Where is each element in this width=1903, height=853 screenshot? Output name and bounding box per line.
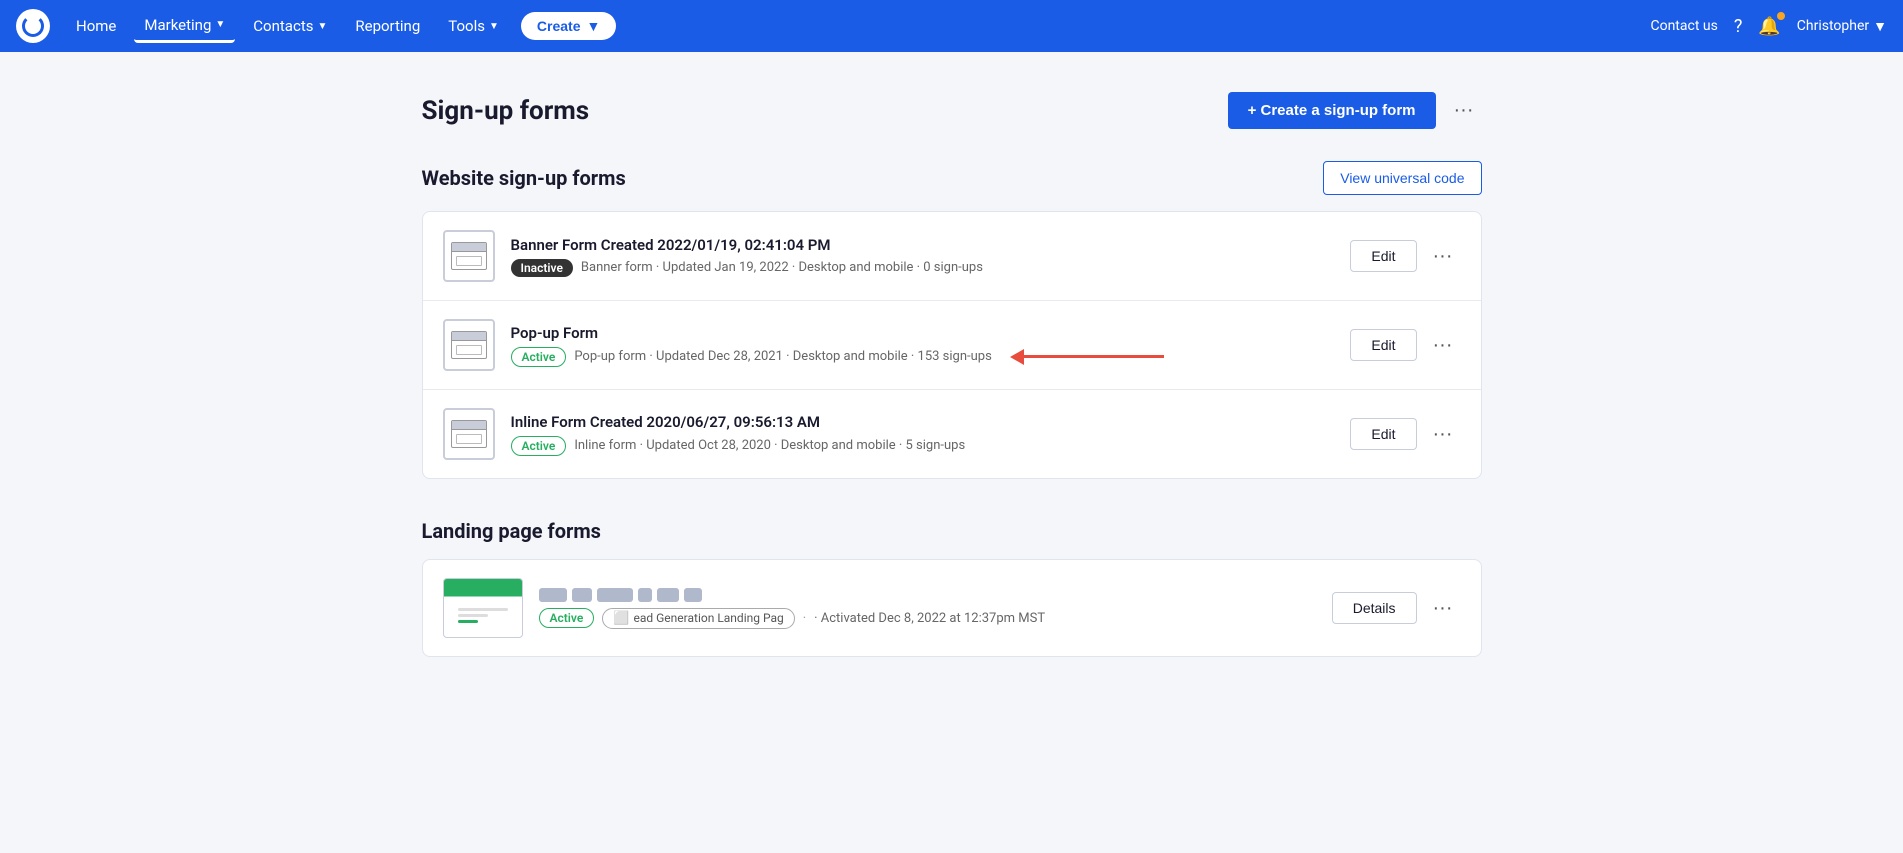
landing-section-title: Landing page forms: [422, 519, 601, 543]
status-badge: Active: [539, 608, 595, 628]
navbar: Home Marketing ▼ Contacts ▼ Reporting To…: [0, 0, 1903, 52]
table-row: Active ⬜ ead Generation Landing Pag · · …: [423, 560, 1481, 656]
edit-button[interactable]: Edit: [1350, 418, 1416, 450]
form-name: Pop-up Form: [511, 324, 1335, 342]
arrow-head-icon: [1010, 349, 1024, 365]
form-more-button[interactable]: ···: [1425, 330, 1461, 361]
edit-button[interactable]: Edit: [1350, 240, 1416, 272]
user-chevron-icon: ▼: [1873, 18, 1887, 35]
page-title: Sign-up forms: [422, 96, 590, 126]
form-actions: Edit ···: [1350, 329, 1460, 361]
status-badge: Active: [511, 436, 567, 456]
notification-badge: [1777, 12, 1785, 20]
page-header-actions: + Create a sign-up form ···: [1228, 92, 1482, 129]
form-info: Active ⬜ ead Generation Landing Pag · · …: [539, 588, 1316, 629]
nav-home[interactable]: Home: [66, 11, 126, 41]
contact-us-link[interactable]: Contact us: [1650, 18, 1717, 34]
marketing-chevron-icon: ▼: [215, 19, 225, 30]
landing-section-header: Landing page forms: [422, 519, 1482, 543]
form-meta: Inactive Banner form · Updated Jan 19, 2…: [511, 259, 1335, 277]
logo-icon: [22, 15, 44, 37]
details-button[interactable]: Details: [1332, 592, 1417, 624]
inline-form-icon: [451, 420, 487, 448]
table-row: Banner Form Created 2022/01/19, 02:41:04…: [423, 212, 1481, 301]
form-info: Inline Form Created 2020/06/27, 09:56:13…: [511, 413, 1335, 456]
table-row: Inline Form Created 2020/06/27, 09:56:13…: [423, 390, 1481, 478]
form-more-button[interactable]: ···: [1425, 241, 1461, 272]
user-menu[interactable]: Christopher ▼: [1797, 18, 1887, 35]
form-name: Banner Form Created 2022/01/19, 02:41:04…: [511, 236, 1335, 254]
tools-chevron-icon: ▼: [489, 21, 499, 32]
main-content: Sign-up forms + Create a sign-up form ··…: [402, 52, 1502, 737]
notifications-icon[interactable]: 🔔: [1758, 16, 1780, 37]
form-actions: Details ···: [1332, 592, 1461, 624]
edit-button[interactable]: Edit: [1350, 329, 1416, 361]
form-info: Banner Form Created 2022/01/19, 02:41:04…: [511, 236, 1335, 277]
status-badge: Inactive: [511, 259, 573, 277]
create-button[interactable]: Create ▼: [521, 12, 616, 40]
page-header: Sign-up forms + Create a sign-up form ··…: [422, 92, 1482, 129]
view-universal-code-button[interactable]: View universal code: [1323, 161, 1481, 195]
form-actions: Edit ···: [1350, 240, 1460, 272]
nav-contacts[interactable]: Contacts ▼: [243, 11, 337, 41]
nav-tools[interactable]: Tools ▼: [438, 11, 509, 41]
form-info: Pop-up Form Active Pop-up form · Updated…: [511, 324, 1335, 367]
form-meta: Active Pop-up form · Updated Dec 28, 202…: [511, 347, 1335, 367]
form-more-button[interactable]: ···: [1425, 593, 1461, 624]
form-more-button[interactable]: ···: [1425, 419, 1461, 450]
nav-marketing[interactable]: Marketing ▼: [134, 10, 235, 43]
contacts-chevron-icon: ▼: [317, 21, 327, 32]
website-section-header: Website sign-up forms View universal cod…: [422, 161, 1482, 195]
form-icon: [443, 230, 495, 282]
form-meta: Active Inline form · Updated Oct 28, 202…: [511, 436, 1335, 456]
form-name-blurred: [539, 588, 1316, 602]
form-actions: Edit ···: [1350, 418, 1460, 450]
help-icon[interactable]: ?: [1734, 16, 1743, 37]
landing-page-thumbnail: [443, 578, 523, 638]
status-badge: Active: [511, 347, 567, 367]
popup-form-icon: [451, 331, 487, 359]
page-more-button[interactable]: ···: [1446, 95, 1482, 126]
website-section-title: Website sign-up forms: [422, 166, 626, 190]
form-name: Inline Form Created 2020/06/27, 09:56:13…: [511, 413, 1335, 431]
form-meta: Active ⬜ ead Generation Landing Pag · · …: [539, 608, 1316, 629]
arrow-annotation: [1000, 349, 1164, 365]
nav-reporting[interactable]: Reporting: [345, 11, 430, 41]
form-icon: [443, 408, 495, 460]
create-signup-form-button[interactable]: + Create a sign-up form: [1228, 92, 1436, 129]
app-logo[interactable]: [16, 9, 50, 43]
create-chevron-icon: ▼: [587, 18, 601, 34]
website-forms-list: Banner Form Created 2022/01/19, 02:41:04…: [422, 211, 1482, 479]
landing-page-tag: ⬜ ead Generation Landing Pag: [602, 608, 794, 629]
form-icon: [443, 319, 495, 371]
arrow-line: [1024, 355, 1164, 358]
banner-form-icon: [451, 242, 487, 270]
landing-forms-list: Active ⬜ ead Generation Landing Pag · · …: [422, 559, 1482, 657]
nav-right-area: Contact us ? 🔔 Christopher ▼: [1650, 16, 1887, 37]
table-row: Pop-up Form Active Pop-up form · Updated…: [423, 301, 1481, 390]
